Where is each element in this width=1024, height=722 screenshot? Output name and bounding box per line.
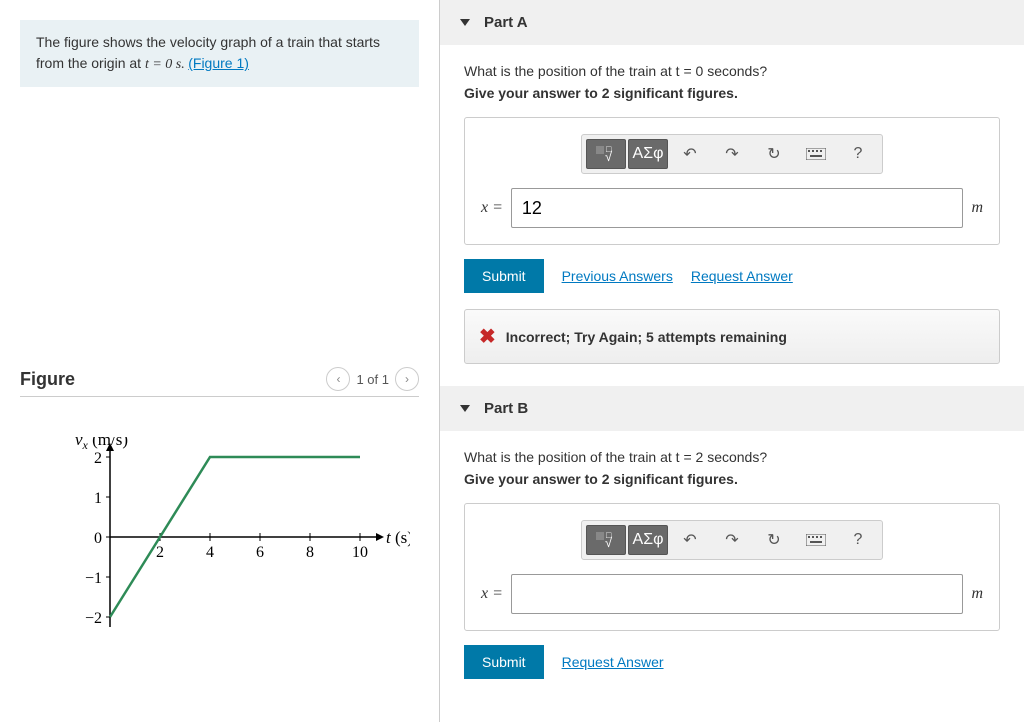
request-answer-link-a[interactable]: Request Answer <box>691 268 793 284</box>
svg-text:√: √ <box>605 535 613 549</box>
svg-text:2: 2 <box>156 544 164 561</box>
part-b-header[interactable]: Part B <box>440 386 1024 431</box>
svg-text:8: 8 <box>306 544 314 561</box>
help-icon[interactable]: ? <box>838 525 878 555</box>
templates-icon[interactable]: □√ <box>586 525 626 555</box>
figure-next-button[interactable]: › <box>395 367 419 391</box>
svg-text:−2: −2 <box>85 610 102 627</box>
keyboard-icon[interactable] <box>796 139 836 169</box>
feedback-box: ✖ Incorrect; Try Again; 5 attempts remai… <box>464 309 1000 364</box>
templates-icon[interactable]: □√ <box>586 139 626 169</box>
keyboard-icon[interactable] <box>796 525 836 555</box>
prompt-equation: t = 0 s. <box>145 57 188 72</box>
svg-text:10: 10 <box>352 544 368 561</box>
svg-text:√: √ <box>605 149 613 163</box>
undo-icon[interactable]: ↶ <box>670 525 710 555</box>
figure-link[interactable]: (Figure 1) <box>188 55 249 71</box>
previous-answers-link[interactable]: Previous Answers <box>562 268 673 284</box>
part-a-title: Part A <box>484 14 528 31</box>
svg-text:2: 2 <box>94 450 102 467</box>
formula-toolbar: □√ ΑΣφ ↶ ↷ ↻ ? <box>581 134 883 174</box>
unit-label-b: m <box>971 585 983 603</box>
unit-label-a: m <box>971 199 983 217</box>
request-answer-link-b[interactable]: Request Answer <box>562 654 664 670</box>
reset-icon[interactable]: ↻ <box>754 525 794 555</box>
part-a-question: What is the position of the train at t =… <box>464 63 1000 79</box>
figure-prev-button[interactable]: ‹ <box>326 367 350 391</box>
svg-text:1: 1 <box>94 490 102 507</box>
answer-input-a[interactable] <box>511 188 964 228</box>
submit-button-b[interactable]: Submit <box>464 645 544 679</box>
greek-button[interactable]: ΑΣφ <box>628 139 668 169</box>
greek-button[interactable]: ΑΣφ <box>628 525 668 555</box>
reset-icon[interactable]: ↻ <box>754 139 794 169</box>
variable-label-b: x = <box>481 585 503 603</box>
submit-button-a[interactable]: Submit <box>464 259 544 293</box>
answer-input-b[interactable] <box>511 574 964 614</box>
part-a-header[interactable]: Part A <box>440 0 1024 45</box>
redo-icon[interactable]: ↷ <box>712 525 752 555</box>
svg-text:0: 0 <box>94 530 102 547</box>
incorrect-icon: ✖ <box>479 324 496 349</box>
collapse-icon <box>460 19 470 26</box>
part-a-instruction: Give your answer to 2 significant figure… <box>464 85 1000 101</box>
part-b-instruction: Give your answer to 2 significant figure… <box>464 471 1000 487</box>
figure-counter: 1 of 1 <box>356 372 389 387</box>
formula-toolbar: □√ ΑΣφ ↶ ↷ ↻ ? <box>581 520 883 560</box>
svg-text:4: 4 <box>206 544 214 561</box>
undo-icon[interactable]: ↶ <box>670 139 710 169</box>
velocity-graph: 2 1 0 −1 −2 2 4 6 8 10 vx (m/s) <box>50 437 410 657</box>
answer-box-a: □√ ΑΣφ ↶ ↷ ↻ ? x = m <box>464 117 1000 245</box>
collapse-icon <box>460 405 470 412</box>
svg-text:t (s): t (s) <box>386 528 410 547</box>
variable-label-a: x = <box>481 199 503 217</box>
figure-title: Figure <box>20 369 75 390</box>
redo-icon[interactable]: ↷ <box>712 139 752 169</box>
svg-text:−1: −1 <box>85 570 102 587</box>
help-icon[interactable]: ? <box>838 139 878 169</box>
problem-statement: The figure shows the velocity graph of a… <box>20 20 419 87</box>
svg-text:6: 6 <box>256 544 264 561</box>
answer-box-b: □√ ΑΣφ ↶ ↷ ↻ ? x = m <box>464 503 1000 631</box>
part-b-title: Part B <box>484 400 528 417</box>
part-b-question: What is the position of the train at t =… <box>464 449 1000 465</box>
feedback-text: Incorrect; Try Again; 5 attempts remaini… <box>506 329 787 345</box>
